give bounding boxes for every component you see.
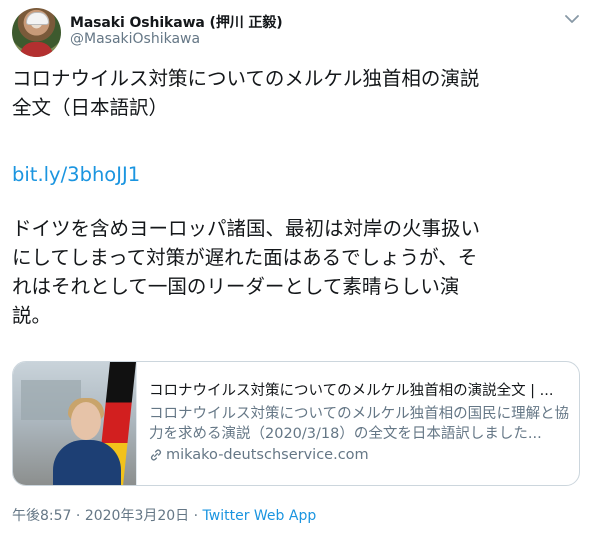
- avatar[interactable]: [12, 8, 61, 57]
- tweet-text-comment: ドイツを含めヨーロッパ諸国、最初は対岸の火事扱い にしてしまって対策が遅れた面は…: [12, 217, 481, 327]
- tweet-text-intro: コロナウイルス対策についてのメルケル独首相の演説 全文（日本語訳）: [12, 67, 480, 119]
- card-description: コロナウイルス対策についてのメルケル独首相の国民に理解と協力を求める演説（202…: [149, 406, 570, 442]
- user-display-name[interactable]: Masaki Oshikawa (押川 正毅): [70, 12, 283, 32]
- thumbnail-person-head: [71, 402, 101, 440]
- link-icon: [151, 449, 161, 461]
- user-handle[interactable]: @MasakiOshikawa: [70, 31, 200, 47]
- avatar-helmet: [26, 12, 49, 25]
- meta-separator-2: ·: [189, 508, 203, 524]
- card-title: コロナウイルス対策についてのメルケル独首相の演説全文 | ...: [149, 383, 554, 399]
- card-domain-text: mikako-deutschservice.com: [166, 447, 369, 463]
- tweet-link[interactable]: bit.ly/3bhoJJ1: [12, 160, 140, 189]
- thumbnail-person-body: [53, 440, 121, 485]
- chevron-down-icon[interactable]: [563, 10, 581, 28]
- card-domain: mikako-deutschservice.com: [149, 447, 369, 463]
- tweet-time[interactable]: 午後8:57: [12, 508, 71, 524]
- tweet-meta: 午後8:57 · 2020年3月20日 · Twitter Web App: [12, 505, 316, 525]
- chevron-down-icon-svg: [565, 14, 579, 23]
- card-thumbnail: [13, 362, 137, 485]
- meta-separator: ·: [71, 508, 85, 524]
- avatar-shirt: [20, 42, 53, 57]
- tweet: Masaki Oshikawa (押川 正毅) @MasakiOshikawa …: [0, 0, 600, 546]
- tweet-date[interactable]: 2020年3月20日: [85, 508, 189, 524]
- tweet-source[interactable]: Twitter Web App: [203, 508, 317, 524]
- link-preview-card[interactable]: コロナウイルス対策についてのメルケル独首相の演説全文 | ... コロナウイルス…: [12, 361, 580, 486]
